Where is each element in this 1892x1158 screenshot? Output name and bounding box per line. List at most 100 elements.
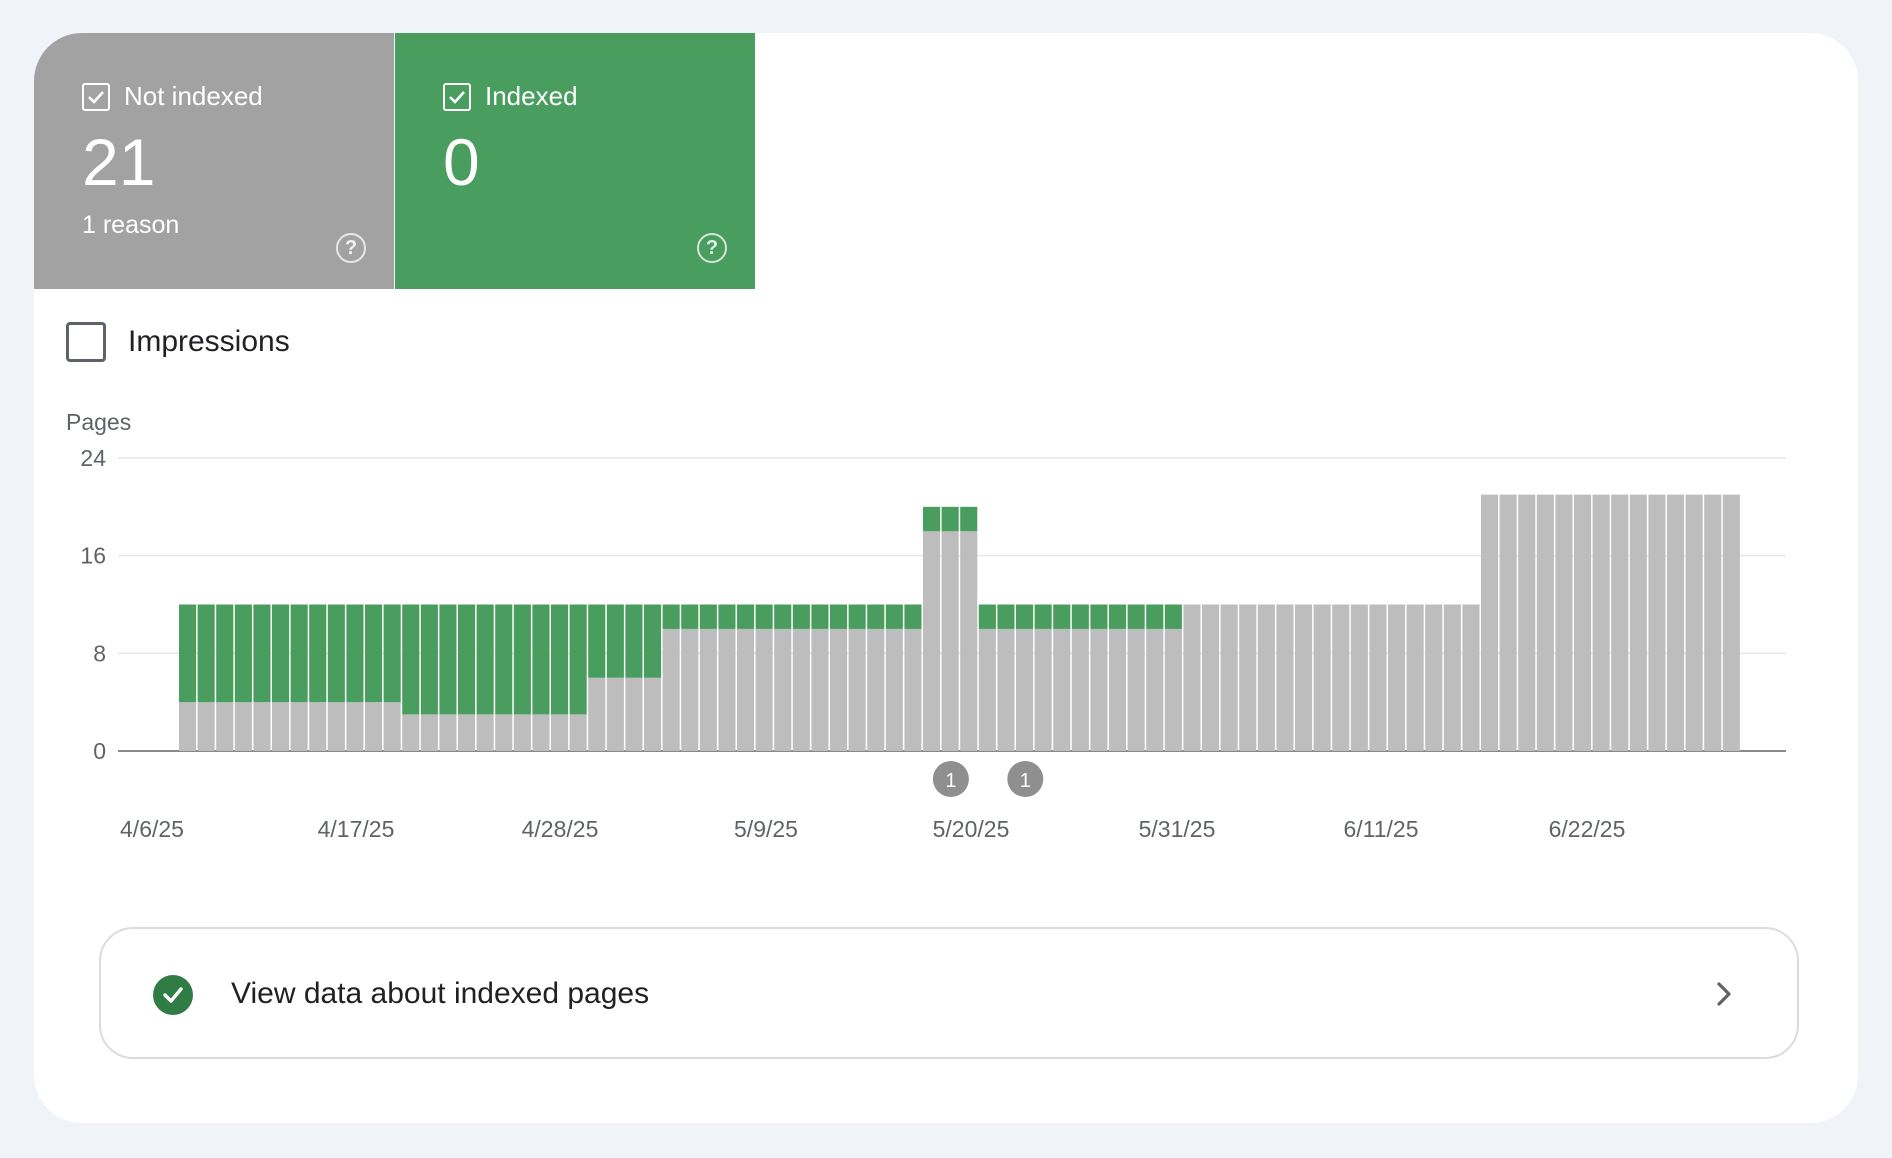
bar-indexed[interactable] xyxy=(513,604,531,715)
bar-not-indexed[interactable] xyxy=(662,628,680,751)
bar-not-indexed[interactable] xyxy=(1146,628,1164,751)
bar-not-indexed[interactable] xyxy=(644,677,662,751)
bar-indexed[interactable] xyxy=(1127,604,1145,629)
bar-not-indexed[interactable] xyxy=(1648,494,1666,751)
bar-indexed[interactable] xyxy=(179,604,197,703)
bar-not-indexed[interactable] xyxy=(309,702,327,751)
annotation-marker[interactable]: 1 xyxy=(932,761,969,797)
bar-not-indexed[interactable] xyxy=(365,702,383,751)
bar-indexed[interactable] xyxy=(606,604,624,678)
bar-indexed[interactable] xyxy=(309,604,327,703)
bar-not-indexed[interactable] xyxy=(811,628,829,751)
bar-indexed[interactable] xyxy=(532,604,550,715)
bar-indexed[interactable] xyxy=(569,604,587,715)
bar-indexed[interactable] xyxy=(941,506,959,532)
bar-not-indexed[interactable] xyxy=(1536,494,1554,751)
bar-indexed[interactable] xyxy=(272,604,290,703)
bar-not-indexed[interactable] xyxy=(197,702,215,751)
bar-not-indexed[interactable] xyxy=(1388,604,1406,752)
bar-indexed[interactable] xyxy=(737,604,755,629)
bar-not-indexed[interactable] xyxy=(588,677,606,751)
bar-not-indexed[interactable] xyxy=(1127,628,1145,751)
bar-not-indexed[interactable] xyxy=(1462,604,1480,752)
bar-not-indexed[interactable] xyxy=(867,628,885,751)
bar-indexed[interactable] xyxy=(365,604,383,703)
bar-not-indexed[interactable] xyxy=(1722,494,1740,751)
bar-not-indexed[interactable] xyxy=(904,628,922,751)
bar-not-indexed[interactable] xyxy=(960,531,978,751)
bar-not-indexed[interactable] xyxy=(997,628,1015,751)
bar-not-indexed[interactable] xyxy=(1071,628,1089,751)
bar-not-indexed[interactable] xyxy=(272,702,290,751)
bar-not-indexed[interactable] xyxy=(290,702,308,751)
bar-not-indexed[interactable] xyxy=(346,702,364,751)
bar-not-indexed[interactable] xyxy=(1034,628,1052,751)
bar-not-indexed[interactable] xyxy=(1499,494,1517,751)
bar-not-indexed[interactable] xyxy=(941,531,959,751)
bar-indexed[interactable] xyxy=(588,604,606,678)
bar-indexed[interactable] xyxy=(792,604,810,629)
bar-not-indexed[interactable] xyxy=(1109,628,1127,751)
bar-not-indexed[interactable] xyxy=(439,714,457,751)
bar-not-indexed[interactable] xyxy=(513,714,531,751)
bar-indexed[interactable] xyxy=(1034,604,1052,629)
bar-indexed[interactable] xyxy=(234,604,252,703)
bar-not-indexed[interactable] xyxy=(1220,604,1238,752)
bar-not-indexed[interactable] xyxy=(681,628,699,751)
bar-indexed[interactable] xyxy=(625,604,643,678)
bar-not-indexed[interactable] xyxy=(1443,604,1461,752)
bar-indexed[interactable] xyxy=(1053,604,1071,629)
bar-not-indexed[interactable] xyxy=(625,677,643,751)
bar-not-indexed[interactable] xyxy=(1481,494,1499,751)
bar-not-indexed[interactable] xyxy=(1667,494,1685,751)
bar-not-indexed[interactable] xyxy=(1574,494,1592,751)
bar-not-indexed[interactable] xyxy=(495,714,513,751)
bar-not-indexed[interactable] xyxy=(1313,604,1331,752)
bar-not-indexed[interactable] xyxy=(551,714,569,751)
bar-indexed[interactable] xyxy=(216,604,234,703)
bar-not-indexed[interactable] xyxy=(718,628,736,751)
bar-indexed[interactable] xyxy=(402,604,420,715)
bar-not-indexed[interactable] xyxy=(1332,604,1350,752)
bar-indexed[interactable] xyxy=(290,604,308,703)
bar-not-indexed[interactable] xyxy=(1369,604,1387,752)
bar-indexed[interactable] xyxy=(830,604,848,629)
bar-indexed[interactable] xyxy=(885,604,903,629)
bar-not-indexed[interactable] xyxy=(1406,604,1424,752)
bar-not-indexed[interactable] xyxy=(830,628,848,751)
bar-not-indexed[interactable] xyxy=(383,702,401,751)
bar-indexed[interactable] xyxy=(848,604,866,629)
bar-indexed[interactable] xyxy=(420,604,438,715)
bar-not-indexed[interactable] xyxy=(848,628,866,751)
bar-not-indexed[interactable] xyxy=(699,628,717,751)
bar-indexed[interactable] xyxy=(978,604,996,629)
bar-not-indexed[interactable] xyxy=(327,702,345,751)
bar-not-indexed[interactable] xyxy=(476,714,494,751)
bar-not-indexed[interactable] xyxy=(253,702,271,751)
bar-indexed[interactable] xyxy=(476,604,494,715)
bar-indexed[interactable] xyxy=(197,604,215,703)
bar-not-indexed[interactable] xyxy=(1704,494,1722,751)
bar-indexed[interactable] xyxy=(1071,604,1089,629)
bar-not-indexed[interactable] xyxy=(234,702,252,751)
bar-indexed[interactable] xyxy=(458,604,476,715)
bar-not-indexed[interactable] xyxy=(1295,604,1313,752)
bar-not-indexed[interactable] xyxy=(1350,604,1368,752)
bar-indexed[interactable] xyxy=(551,604,569,715)
bar-not-indexed[interactable] xyxy=(737,628,755,751)
bar-not-indexed[interactable] xyxy=(1555,494,1573,751)
bar-not-indexed[interactable] xyxy=(402,714,420,751)
bar-not-indexed[interactable] xyxy=(1202,604,1220,752)
bar-indexed[interactable] xyxy=(1016,604,1034,629)
bar-not-indexed[interactable] xyxy=(606,677,624,751)
bar-indexed[interactable] xyxy=(327,604,345,703)
bar-indexed[interactable] xyxy=(383,604,401,703)
bar-indexed[interactable] xyxy=(997,604,1015,629)
bar-indexed[interactable] xyxy=(718,604,736,629)
bar-not-indexed[interactable] xyxy=(1611,494,1629,751)
bar-not-indexed[interactable] xyxy=(923,531,941,751)
annotation-marker[interactable]: 1 xyxy=(1007,761,1044,797)
bar-not-indexed[interactable] xyxy=(755,628,773,751)
bar-not-indexed[interactable] xyxy=(1592,494,1610,751)
bar-indexed[interactable] xyxy=(346,604,364,703)
